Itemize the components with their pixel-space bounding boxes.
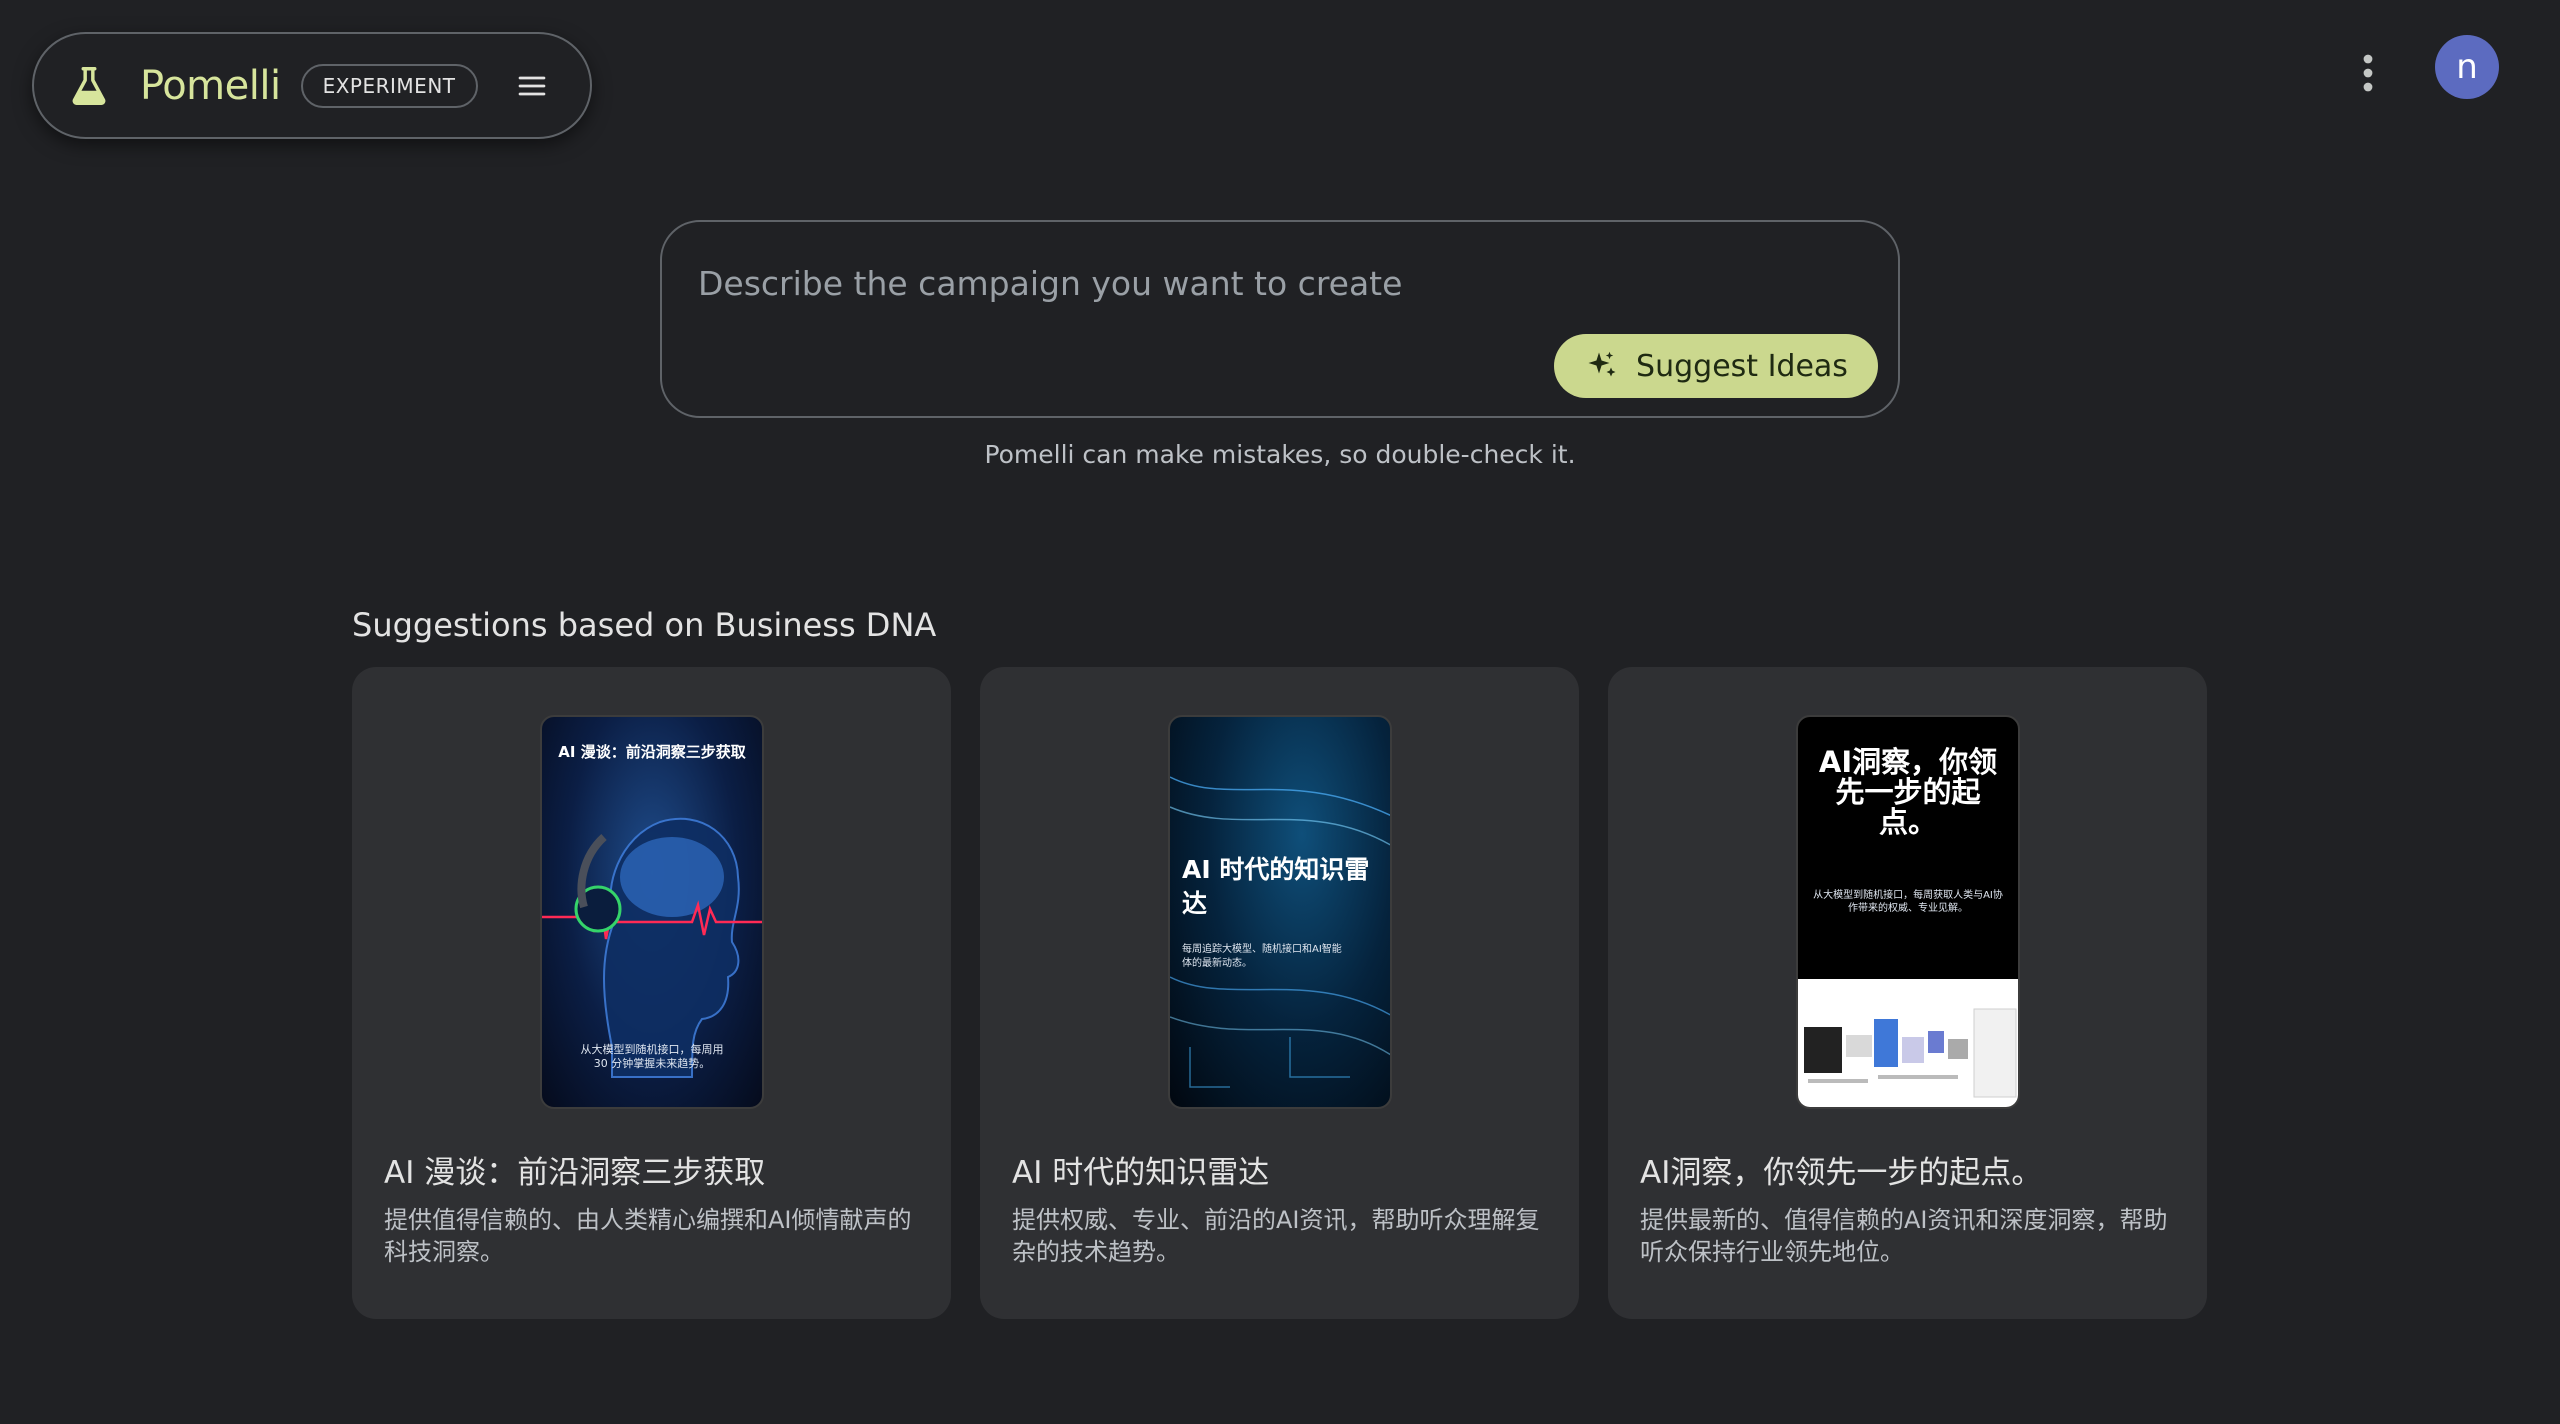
suggest-ideas-button[interactable]: Suggest Ideas	[1554, 334, 1878, 398]
thumbnail-subtext: 从大模型到随机接口，每周获取人类与AI协作带来的权威、专业见解。	[1813, 890, 2003, 914]
card-description: 提供值得信赖的、由人类精心编撰和AI倾情献声的科技洞察。	[384, 1206, 912, 1266]
more-vert-icon	[2363, 54, 2373, 92]
card-title: AI 漫谈：前沿洞察三步获取	[384, 1155, 766, 1191]
more-options-button[interactable]	[2348, 48, 2388, 98]
suggestions-heading: Suggestions based on Business DNA	[352, 606, 937, 644]
disclaimer-text: Pomelli can make mistakes, so double-che…	[984, 440, 1576, 469]
experiment-badge: EXPERIMENT	[300, 63, 478, 108]
thumbnail-heading: AI洞察，你领先一步的起点。	[1818, 745, 1998, 839]
campaign-description-input[interactable]	[698, 258, 1698, 308]
brand-name: Pomelli	[140, 62, 281, 109]
suggestion-thumbnail: AI洞察，你领先一步的起点。 从大模型到随机接口，每周获取人类与AI协作带来的权…	[1796, 715, 2020, 1109]
suggestion-card[interactable]: AI 时代的知识雷达 每周追踪大模型、随机接口和AI智能体的最新动态。 AI 时…	[980, 667, 1579, 1319]
campaign-prompt-box: Suggest Ideas	[660, 220, 1900, 418]
brand-pill: Pomelli EXPERIMENT	[32, 32, 592, 139]
card-description: 提供最新的、值得信赖的AI资讯和深度洞察，帮助听众保持行业领先地位。	[1640, 1206, 2168, 1266]
flask-icon	[72, 66, 106, 105]
suggestion-card[interactable]: AI洞察，你领先一步的起点。 从大模型到随机接口，每周获取人类与AI协作带来的权…	[1608, 667, 2207, 1319]
card-title: AI洞察，你领先一步的起点。	[1640, 1155, 2043, 1191]
suggestion-thumbnail: AI 时代的知识雷达 每周追踪大模型、随机接口和AI智能体的最新动态。	[1168, 715, 1392, 1109]
thumbnail-heading: AI 时代的知识雷达	[1182, 855, 1370, 918]
card-description: 提供权威、专业、前沿的AI资讯，帮助听众理解复杂的技术趋势。	[1012, 1206, 1540, 1266]
screenshot-collage-illustration	[1804, 1008, 2017, 1098]
thumbnail-subtext: 从大模型到随机接口，每周用 30 分钟掌握未来趋势。	[580, 1043, 724, 1070]
card-title: AI 时代的知识雷达	[1012, 1155, 1270, 1191]
hamburger-menu-icon	[518, 76, 545, 95]
thumbnail-heading: AI 漫谈：前沿洞察三步获取	[558, 743, 746, 761]
suggest-ideas-label: Suggest Ideas	[1636, 348, 1848, 384]
suggestion-thumbnail: AI 漫谈：前沿洞察三步获取 从大模型到随机接口，每周用 30 分钟掌握未来趋势…	[540, 715, 764, 1109]
user-avatar[interactable]: n	[2435, 35, 2499, 99]
suggestion-card[interactable]: AI 漫谈：前沿洞察三步获取 从大模型到随机接口，每周用 30 分钟掌握未来趋势…	[352, 667, 951, 1319]
thumbnail-collage	[1798, 979, 2018, 1107]
sparkle-icon	[1588, 351, 1616, 377]
menu-button[interactable]	[510, 64, 554, 108]
thumbnail-subtext: 每周追踪大模型、随机接口和AI智能体的最新动态。	[1182, 944, 1342, 969]
